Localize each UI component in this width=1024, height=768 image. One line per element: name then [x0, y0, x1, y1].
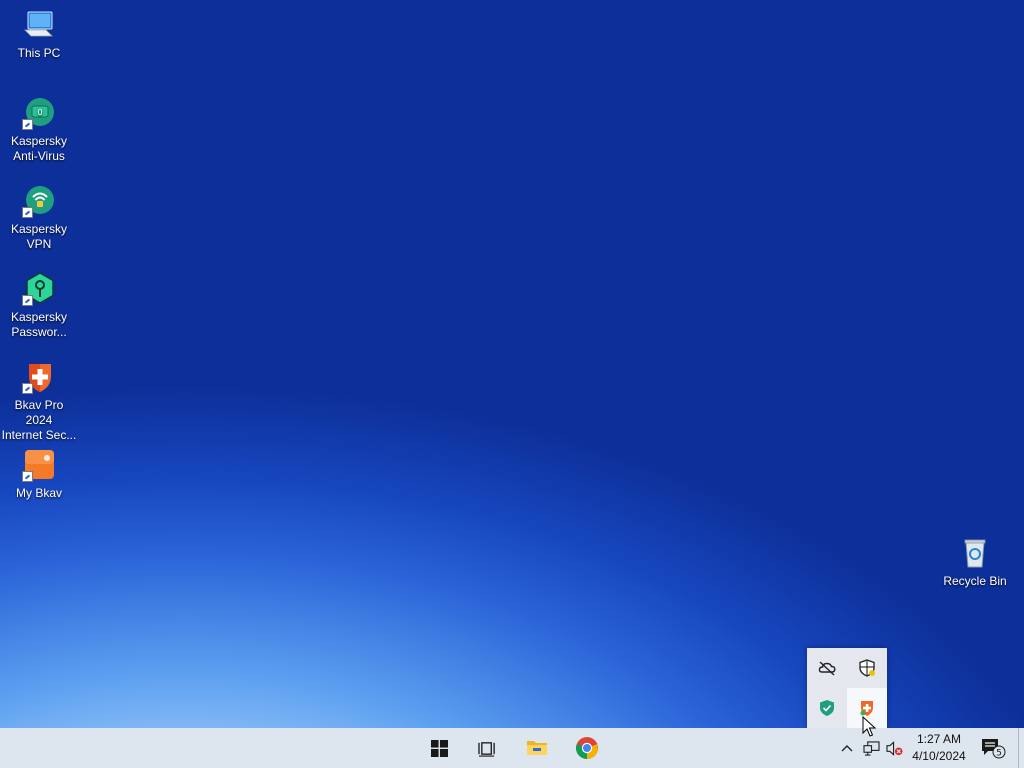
recycle-bin-icon	[958, 536, 992, 570]
show-desktop-button[interactable]	[1018, 728, 1024, 768]
network-icon	[862, 740, 880, 756]
kaspersky-antivirus-icon: 0	[22, 96, 56, 130]
task-view-button[interactable]	[463, 728, 511, 768]
volume-muted-icon	[885, 740, 902, 756]
desktop-icon-kaspersky-antivirus[interactable]: 0 Kaspersky Anti-Virus	[0, 96, 78, 164]
show-hidden-icons-button[interactable]	[836, 728, 858, 768]
clock-date: 4/10/2024	[912, 749, 966, 763]
notification-count-badge: 5	[996, 749, 1002, 759]
windows-security-icon[interactable]	[847, 648, 887, 688]
mouse-cursor-icon	[862, 716, 876, 737]
onedrive-offline-icon[interactable]	[807, 648, 847, 688]
task-view-icon	[477, 741, 495, 757]
desktop-icon-recycle-bin[interactable]: Recycle Bin	[936, 536, 1014, 589]
kaspersky-password-icon	[22, 272, 56, 306]
notification-icon: 5	[982, 739, 1006, 759]
shortcut-arrow-icon	[22, 119, 33, 130]
kaspersky-vpn-icon	[22, 184, 56, 218]
desktop-icon-my-bkav[interactable]: My Bkav	[0, 448, 78, 501]
shortcut-arrow-icon	[22, 383, 33, 394]
bkav-pro-icon	[22, 360, 56, 394]
chevron-up-icon	[841, 745, 853, 752]
my-bkav-icon	[22, 448, 56, 482]
action-center-button[interactable]: 5	[978, 728, 1008, 768]
chrome-icon	[576, 737, 598, 759]
desktop-icon-bkav-pro[interactable]: Bkav Pro 2024 Internet Sec...	[0, 360, 78, 443]
file-explorer-icon	[527, 741, 547, 755]
file-explorer-button[interactable]	[513, 728, 561, 768]
shortcut-arrow-icon	[22, 295, 33, 306]
clock[interactable]: 1:27 AM 4/10/2024	[906, 731, 972, 765]
clock-time: 1:27 AM	[916, 732, 962, 746]
volume-button[interactable]	[883, 728, 905, 768]
desktop-icon-kaspersky-password[interactable]: Kaspersky Passwor...	[0, 272, 78, 340]
shortcut-arrow-icon	[22, 471, 33, 482]
this-pc-icon	[22, 8, 56, 42]
chrome-button[interactable]	[563, 728, 611, 768]
desktop-icon-kaspersky-vpn[interactable]: Kaspersky VPN	[0, 184, 78, 252]
start-button[interactable]	[415, 728, 463, 768]
start-icon	[430, 739, 448, 757]
desktop-icon-this-pc[interactable]: This PC	[0, 8, 78, 61]
svg-text:0: 0	[37, 108, 42, 117]
shortcut-arrow-icon	[22, 207, 33, 218]
kaspersky-tray-icon[interactable]	[807, 688, 847, 728]
desktop: This PC 0 Kaspersky Anti-Virus Kaspersky…	[0, 0, 1024, 728]
